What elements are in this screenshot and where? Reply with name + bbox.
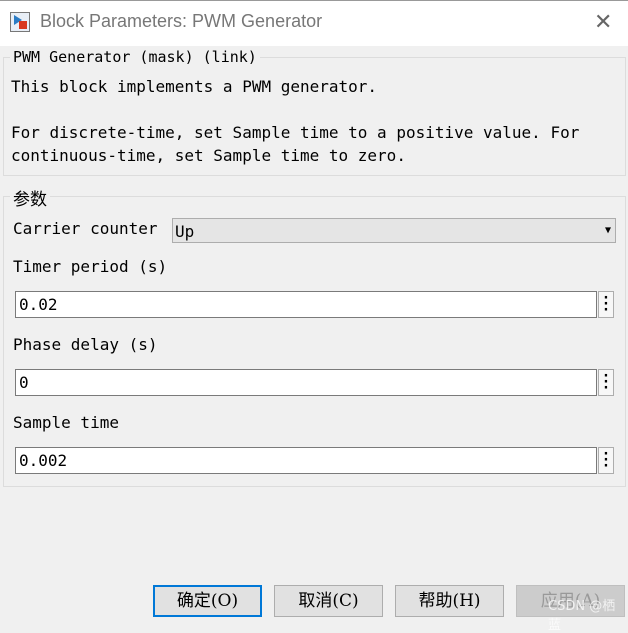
sample-time-label: Sample time [13, 413, 119, 432]
carrier-counter-select[interactable]: Up ▼ [172, 218, 616, 243]
chevron-down-icon: ▼ [604, 225, 611, 236]
more-options-icon[interactable]: · · · [598, 369, 614, 396]
more-options-icon[interactable]: · · · [598, 291, 614, 318]
carrier-counter-label: Carrier counter [13, 219, 158, 238]
description-line: For discrete-time, set Sample time to a … [11, 123, 580, 142]
phase-delay-label: Phase delay (s) [13, 335, 158, 354]
close-icon[interactable]: ✕ [594, 10, 612, 35]
help-button[interactable]: 帮助(H) [395, 585, 504, 617]
description-group-title: PWM Generator (mask) (link) [10, 48, 260, 66]
parameters-group-title: 参数 [10, 185, 50, 210]
timer-period-input[interactable]: 0.02 [15, 291, 597, 318]
watermark: CSDN @栖蓝 [548, 599, 616, 633]
more-options-icon[interactable]: · · · [598, 447, 614, 474]
timer-period-label: Timer period (s) [13, 257, 168, 276]
carrier-counter-value: Up [175, 222, 195, 241]
phase-delay-input[interactable]: 0 [15, 369, 597, 396]
cancel-button[interactable]: 取消(C) [274, 585, 383, 617]
sample-time-input[interactable]: 0.002 [15, 447, 597, 474]
simulink-block-icon [10, 12, 30, 32]
window-title: Block Parameters: PWM Generator [40, 11, 323, 31]
description-line: This block implements a PWM generator. [11, 77, 378, 96]
description-line: continuous-time, set Sample time to zero… [11, 146, 406, 165]
ok-button[interactable]: 确定(O) [153, 585, 262, 617]
